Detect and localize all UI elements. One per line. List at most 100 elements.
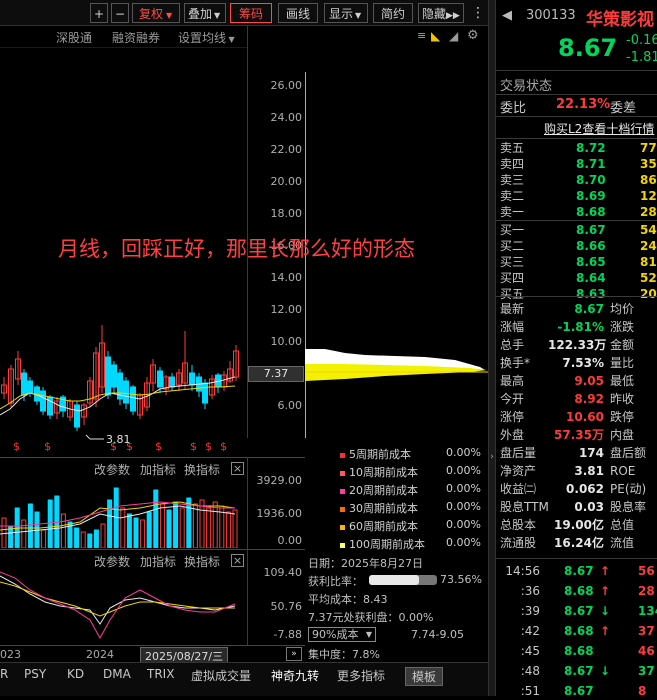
ask-price: 8.70: [576, 173, 606, 187]
dollar-signal-icon: $: [44, 440, 51, 453]
arrow-up-icon: ↑: [600, 584, 611, 598]
dollar-signal-icon: $: [13, 440, 20, 453]
cost-legend-label: 100周期前成本: [349, 538, 425, 551]
ask-row: 卖四 8.71 35: [500, 156, 657, 173]
tab-trix[interactable]: TRIX: [147, 667, 174, 681]
ask-label: 卖三: [500, 173, 525, 187]
legend-dot: [340, 452, 345, 458]
volume-bar: [225, 511, 231, 548]
candle-body: [157, 370, 163, 388]
volume-bar: [166, 509, 172, 548]
ma-settings-dropdown[interactable]: 设置均线 ▼: [178, 29, 235, 46]
stock-name: 华策影视: [586, 10, 654, 30]
cost-percent-select[interactable]: 90%成本 ▼: [308, 627, 376, 642]
volume-axis-tick: 1936.00: [256, 507, 303, 520]
volume-bar: [74, 527, 80, 548]
quote-label-2: 昨收: [610, 392, 635, 406]
quote-value: 0.03: [574, 500, 604, 514]
tab-virtual-volume[interactable]: 虚拟成交量: [191, 667, 251, 684]
volume-bar: [192, 503, 198, 548]
candle-body: [130, 386, 136, 412]
quote-label: 最新: [500, 302, 525, 316]
more-icon[interactable]: ⋮: [470, 3, 486, 23]
xianshi-dropdown[interactable]: 显示 ▼: [324, 3, 368, 23]
collapse-arrow-icon[interactable]: ›: [489, 452, 495, 464]
cost-legend-value: 0.00%: [446, 482, 481, 495]
weicha-label: 委差: [610, 101, 637, 116]
tick-time: :42: [520, 624, 540, 638]
chouma-button[interactable]: 筹码: [230, 3, 272, 23]
huaxian-button[interactable]: 画线: [278, 3, 318, 23]
cost-legend-item: 60周期前成本 0.00%: [340, 518, 485, 534]
double-arrow-right-icon[interactable]: »: [286, 647, 302, 661]
fuquan-dropdown[interactable]: 复权 ▼: [132, 3, 180, 23]
change-params-button[interactable]: 改参数: [94, 461, 130, 478]
shengutong-link[interactable]: 深股通: [56, 29, 92, 46]
quote-value: 57.35万: [554, 428, 604, 442]
volume-bar: [120, 507, 126, 548]
order-book-rows: 卖五 8.72 77 卖四 8.71 35 卖三 8.70 86 卖二 8.69 123 卖一 8.68 2…: [496, 140, 657, 301]
tab-template[interactable]: 模板: [405, 667, 444, 686]
price-axis-tick: 10.00: [270, 335, 303, 348]
current-price-tag: 7.37: [248, 366, 304, 382]
tab-psy[interactable]: PSY: [24, 667, 46, 681]
tick-volume: 37: [638, 624, 655, 638]
zoom-out-button[interactable]: −: [111, 3, 129, 23]
x-axis-year: 023: [0, 648, 21, 661]
volume-panel: 改参数 加指标 换指标 ×: [0, 457, 247, 549]
dropdown-arrow-icon: ▼: [355, 11, 362, 20]
quote-label: 外盘: [500, 428, 525, 442]
bid-label: 买一: [500, 223, 525, 237]
ask-row: 卖一 8.68 281: [500, 204, 657, 221]
ask-label: 卖二: [500, 189, 525, 203]
tab-more-indicators[interactable]: 更多指标: [337, 667, 385, 684]
chip-info-panel: 日期：2025年8月27日 获利比率： 73.56% 平均成本：8.43 7.3…: [305, 553, 488, 668]
tab-dma[interactable]: DMA: [103, 667, 131, 681]
prev-stock-icon[interactable]: ◀: [502, 8, 512, 23]
stock-change: -0.16: [626, 33, 657, 48]
avg-cost: 平均成本：8.43: [308, 593, 388, 606]
tab-kd[interactable]: KD: [67, 667, 84, 681]
cost-legend-label: 20周期前成本: [349, 484, 418, 497]
zoom-in-button[interactable]: +: [90, 3, 108, 23]
jianyue-button[interactable]: 简约: [373, 3, 413, 23]
volume-bar: [100, 523, 106, 548]
ask-label: 卖四: [500, 157, 525, 171]
cost-legend-value: 0.00%: [446, 518, 481, 531]
tick-time: :39: [520, 604, 540, 618]
candle-body: [40, 390, 46, 412]
yincang-button[interactable]: 隐藏▶▶: [418, 3, 464, 23]
quote-row: 今开 8.92 昨收: [500, 391, 657, 408]
close-icon[interactable]: ×: [231, 462, 244, 475]
rongzi-link[interactable]: 融资融券: [112, 29, 160, 46]
quote-label: 换手*: [500, 356, 531, 370]
bid-price: 8.67: [576, 223, 606, 237]
volume-bar: [126, 513, 132, 548]
quote-row: 流通股 16.24亿 流值: [500, 535, 657, 552]
quote-label-2: 盘后额: [610, 446, 647, 460]
l2-upgrade-link[interactable]: 购买L2查看十档行情: [544, 120, 654, 137]
quote-value: 7.53%: [562, 356, 604, 370]
cost-legend-item: 10周期前成本 0.00%: [340, 464, 485, 480]
panel-splitter[interactable]: ›: [488, 0, 496, 696]
volume-bar: [21, 519, 27, 548]
oscillator-lines: [0, 571, 236, 640]
tick-price: 8.68: [564, 624, 594, 638]
tick-volume: 56: [638, 564, 655, 578]
quote-value: 9.05: [574, 374, 604, 388]
switch-indicator-button[interactable]: 换指标: [184, 461, 220, 478]
close-icon[interactable]: ×: [231, 554, 244, 567]
add-indicator-button[interactable]: 加指标: [140, 461, 176, 478]
volume-bar: [47, 499, 53, 548]
tab-r[interactable]: R: [0, 667, 8, 681]
quote-label-2: 跌停: [610, 410, 635, 424]
bid-price: 8.66: [576, 239, 606, 253]
tab-magic-nine[interactable]: 神奇九转: [271, 667, 319, 684]
dropdown-arrow-icon: ▼: [365, 630, 372, 639]
quote-panel: ◀ 300133 华策影视 8.67 -0.16 -1.81 交易状态 委比 2…: [496, 0, 657, 698]
dollar-signal-icon: $: [126, 440, 133, 453]
quote-value: -1.81%: [557, 320, 604, 334]
divider: [496, 220, 657, 221]
weibi-label: 委比: [500, 101, 527, 116]
diejia-dropdown[interactable]: 叠加 ▼: [184, 3, 226, 23]
